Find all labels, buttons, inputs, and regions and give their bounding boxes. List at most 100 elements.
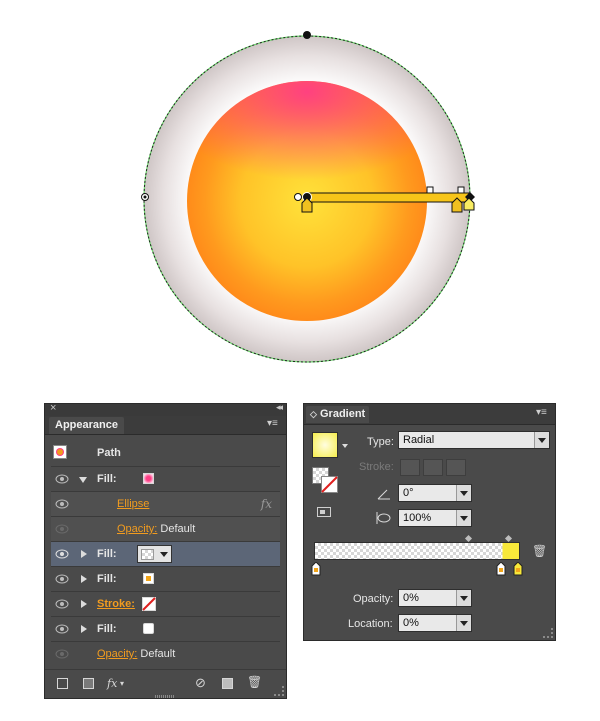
add-stroke-icon[interactable] <box>57 678 68 689</box>
panel-menu-icon[interactable]: ▾≡ <box>267 419 281 429</box>
expand-triangle-icon[interactable] <box>81 575 87 583</box>
eye-icon[interactable] <box>55 548 69 560</box>
type-value: Radial <box>403 434 435 446</box>
eye-icon[interactable] <box>55 573 69 585</box>
fill-swatch-white[interactable] <box>143 623 154 634</box>
trash-icon[interactable]: 🗑 <box>532 544 547 558</box>
angle-icon <box>377 489 390 500</box>
anchor-point-top[interactable] <box>303 31 311 39</box>
stroke-link[interactable]: Stroke: <box>97 598 135 610</box>
location-field[interactable]: 0% <box>398 614 472 632</box>
appearance-row-fill-3[interactable]: Fill: <box>51 567 280 592</box>
expand-triangle-icon[interactable] <box>81 600 87 608</box>
fill-swatch-checker <box>141 549 154 560</box>
gradient-stop-right[interactable] <box>513 562 523 576</box>
aspect-ratio-icon <box>376 512 391 524</box>
duplicate-item-icon[interactable] <box>222 678 233 689</box>
opacity-field[interactable]: 0% <box>398 589 472 607</box>
midpoint-diamond-1[interactable] <box>464 534 473 543</box>
aspect-ratio-value: 100% <box>403 512 432 524</box>
tab-gradient[interactable]: Gradient <box>320 408 365 420</box>
angle-value: 0° <box>403 487 414 499</box>
eye-icon[interactable] <box>55 623 69 635</box>
eye-icon-dim[interactable] <box>55 523 69 535</box>
gradient-slider-bar[interactable] <box>314 542 520 560</box>
opacity-label: Opacity: <box>353 593 394 605</box>
chevron-down-icon <box>534 432 549 448</box>
location-label: Location: <box>348 618 393 630</box>
clear-appearance-icon[interactable]: ⊘ <box>195 675 206 691</box>
gradient-annotator-bar[interactable] <box>305 192 470 203</box>
opacity-link[interactable]: Opacity: <box>97 648 137 660</box>
stroke-label: Stroke: <box>359 461 394 473</box>
midpoint-diamond-2[interactable] <box>504 534 513 543</box>
panel-resize-grip[interactable] <box>274 686 284 696</box>
stroke-none-swatch[interactable] <box>142 597 156 611</box>
appearance-row-opacity-inner[interactable]: Opacity: Default <box>51 517 280 542</box>
ellipse-effect-link[interactable]: Ellipse <box>117 498 149 510</box>
gradient-midpoint-handle-2[interactable] <box>457 186 465 194</box>
fill-label: Fill: <box>97 623 117 635</box>
appearance-row-fill-1[interactable]: Fill: <box>51 467 280 492</box>
add-effect-fx-button[interactable]: fx <box>107 677 117 690</box>
add-effect-chevron-icon: ▾ <box>120 679 125 688</box>
appearance-row-fill-2[interactable]: Fill: <box>51 542 280 567</box>
reverse-gradient-icon[interactable] <box>317 507 331 517</box>
fill-label: Fill: <box>97 473 117 485</box>
artboard-canvas[interactable] <box>0 0 600 390</box>
chevron-down-icon <box>456 590 471 606</box>
fill-swatch-dropdown[interactable] <box>137 545 172 563</box>
type-dropdown[interactable]: Radial <box>398 431 550 449</box>
add-fill-icon[interactable] <box>83 678 94 689</box>
fx-icon[interactable]: fx <box>261 497 272 511</box>
appearance-row-stroke[interactable]: Stroke: <box>51 592 280 617</box>
gradient-midpoint-handle-1[interactable] <box>426 186 434 194</box>
fill-swatch-orange[interactable] <box>143 573 154 584</box>
chevron-down-icon <box>456 485 471 501</box>
close-icon[interactable]: × <box>50 402 56 414</box>
appearance-row-path[interactable]: Path <box>51 440 280 467</box>
panel-tab-row: Appearance ▾≡ <box>45 416 286 435</box>
panel-bottom-handle[interactable] <box>155 695 175 698</box>
gradient-stop-left[interactable] <box>311 562 321 576</box>
expand-triangle-icon[interactable] <box>81 625 87 633</box>
eye-icon[interactable] <box>55 473 69 485</box>
gradient-origin-ring <box>294 193 302 201</box>
location-value: 0% <box>403 617 419 629</box>
panel-title-strip: × ◂◂ <box>45 402 286 416</box>
eye-icon-dim[interactable] <box>55 648 69 660</box>
panel-tab-row: ◇ Gradient ▾≡ <box>304 404 555 425</box>
tab-cycle-icon[interactable]: ◇ <box>310 409 317 419</box>
path-label: Path <box>97 447 121 459</box>
panel-menu-icon[interactable]: ▾≡ <box>536 408 550 418</box>
gradient-panel: ◇ Gradient ▾≡ Type: Radial Stroke: 0° 10… <box>303 403 556 641</box>
tab-appearance[interactable]: Appearance <box>49 417 124 434</box>
aspect-ratio-field[interactable]: 100% <box>398 509 472 527</box>
gradient-stop-mid[interactable] <box>496 562 506 576</box>
appearance-row-opacity[interactable]: Opacity: Default <box>51 642 280 667</box>
stroke-across-icon <box>446 459 466 476</box>
panel-resize-grip[interactable] <box>543 628 553 638</box>
expand-triangle-icon[interactable] <box>81 550 87 558</box>
appearance-row-ellipse-effect[interactable]: Ellipse fx <box>51 492 280 517</box>
gradient-fill-preview[interactable] <box>312 432 338 458</box>
fill-swatch-gradient[interactable] <box>143 473 154 484</box>
chevron-down-icon <box>160 552 168 557</box>
opacity-link[interactable]: Opacity: <box>117 523 157 535</box>
appearance-row-fill-4[interactable]: Fill: <box>51 617 280 642</box>
collapse-icon[interactable]: ◂◂ <box>276 402 283 413</box>
stroke-within-icon <box>400 459 420 476</box>
type-label: Type: <box>367 436 394 448</box>
eye-icon[interactable] <box>55 598 69 610</box>
chevron-down-icon <box>456 615 471 631</box>
stroke-proxy-none[interactable] <box>321 476 338 493</box>
appearance-list: Path Fill: Ellipse fx Opacity: Default F… <box>51 440 280 667</box>
trash-icon[interactable]: 🗑 <box>247 675 262 689</box>
eye-icon[interactable] <box>55 498 69 510</box>
fill-label: Fill: <box>97 573 117 585</box>
anchor-point-left-dot <box>143 195 147 199</box>
angle-field[interactable]: 0° <box>398 484 472 502</box>
appearance-bottom-toolbar: fx ▾ ⊘ 🗑 <box>45 669 286 698</box>
gradient-preview-chevron-icon[interactable] <box>342 444 348 448</box>
collapse-triangle-icon[interactable] <box>79 477 87 483</box>
